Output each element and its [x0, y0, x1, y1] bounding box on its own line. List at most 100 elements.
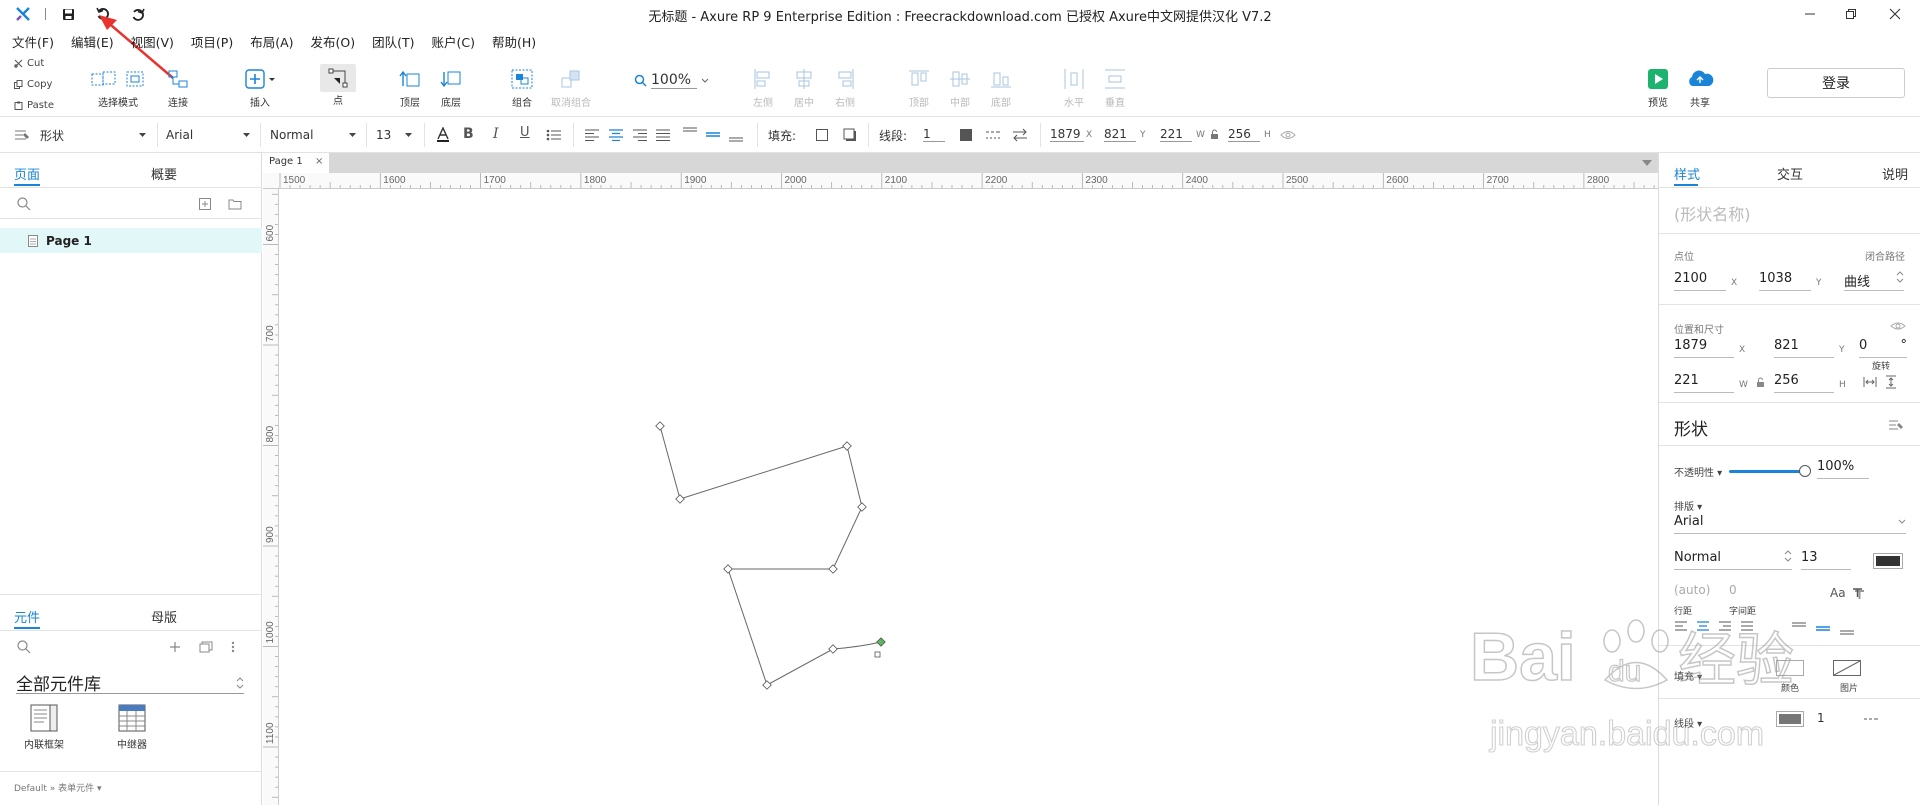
align-bottom-button[interactable]: 底部	[986, 64, 1016, 109]
opacity-slider-handle[interactable]	[1799, 465, 1811, 477]
point-type-select[interactable]: 曲线	[1844, 271, 1904, 291]
y-field[interactable]: 821	[1104, 127, 1136, 142]
visibility-eye-icon[interactable]	[1890, 321, 1906, 331]
align-text-justify-icon[interactable]	[655, 129, 671, 141]
fit-width-icon[interactable]	[1863, 376, 1877, 388]
tab-pages[interactable]: 页面	[14, 164, 40, 183]
point-y-field[interactable]: 1038	[1759, 271, 1811, 291]
vertex-handle[interactable]	[828, 644, 838, 654]
border-pattern-icon[interactable]	[1863, 715, 1879, 723]
tab-list-chevron-icon[interactable]	[1642, 160, 1652, 166]
more-vertical-icon[interactable]	[231, 641, 235, 653]
align-text-right-icon[interactable]	[632, 129, 648, 141]
vertex-handle[interactable]	[723, 564, 733, 574]
valign-bottom-icon[interactable]	[728, 126, 744, 142]
valign-top-icon[interactable]	[682, 126, 698, 142]
distribute-vertical-button[interactable]: 垂直	[1100, 64, 1130, 109]
share-button[interactable]: 共享	[1683, 64, 1717, 109]
library-options-icon[interactable]	[199, 641, 213, 653]
add-page-icon[interactable]	[199, 198, 211, 210]
vertex-handle[interactable]	[675, 494, 685, 504]
zoom-select[interactable]: 100%	[634, 72, 709, 89]
bold-icon[interactable]: B	[463, 126, 474, 142]
font-size-field[interactable]: 13	[1801, 550, 1851, 570]
distribute-horizontal-button[interactable]: 水平	[1059, 64, 1089, 109]
close-icon[interactable]	[1880, 4, 1910, 24]
menu-item-7[interactable]: 账户(C)	[432, 32, 475, 51]
align-top-button[interactable]: 顶部	[904, 64, 934, 109]
align-center-button[interactable]: 居中	[789, 64, 819, 109]
line-height-field[interactable]: (auto)	[1674, 583, 1710, 597]
shadow-icon[interactable]	[843, 128, 857, 142]
point-x-field[interactable]: 2100	[1674, 271, 1726, 291]
menu-item-4[interactable]: 布局(A)	[250, 32, 293, 51]
edit-style-icon[interactable]	[1888, 419, 1904, 433]
insert-button[interactable]: 插入	[240, 64, 280, 109]
fill-color-swatch[interactable]	[816, 129, 828, 141]
menu-item-5[interactable]: 发布(O)	[311, 32, 356, 51]
line-pattern-icon[interactable]	[985, 129, 1001, 141]
lock-icon[interactable]	[1756, 377, 1765, 388]
shape-type-select[interactable]: 形状	[36, 125, 150, 145]
vertex-handle[interactable]	[655, 421, 665, 431]
point-button[interactable]: 点	[320, 64, 356, 107]
align-middle-button[interactable]: 中部	[945, 64, 975, 109]
menu-item-6[interactable]: 团队(T)	[372, 32, 414, 51]
add-folder-icon[interactable]	[228, 198, 242, 210]
font-weight-select[interactable]: Normal	[1674, 550, 1792, 570]
opacity-field[interactable]: 100%	[1817, 459, 1869, 479]
search-icon[interactable]	[17, 640, 31, 654]
height-field[interactable]: 256	[1228, 127, 1260, 142]
connect-button[interactable]: 连接	[163, 64, 193, 109]
bring-to-front-button[interactable]: 顶层	[395, 64, 425, 109]
letter-spacing-field[interactable]: 0	[1729, 583, 1737, 597]
vertex-handle[interactable]	[762, 680, 772, 690]
preview-button[interactable]: 预览	[1643, 64, 1673, 109]
tab-outline[interactable]: 概要	[151, 164, 177, 183]
valign-middle-icon[interactable]	[705, 126, 721, 142]
tab-notes[interactable]: 说明	[1882, 164, 1908, 183]
vertex-handle[interactable]	[842, 441, 852, 451]
font-family-select[interactable]: Arial	[1674, 514, 1906, 534]
group-button[interactable]: 组合	[507, 64, 537, 109]
line-color-swatch[interactable]	[960, 129, 972, 141]
minimize-icon[interactable]	[1795, 4, 1825, 24]
widget-inline-frame[interactable]: 内联框架	[16, 704, 72, 751]
drawn-polyline-shape[interactable]	[659, 425, 882, 686]
text-color-swatch[interactable]	[1873, 553, 1903, 569]
cut-button[interactable]: Cut	[14, 58, 44, 69]
ungroup-button[interactable]: 取消组合	[548, 64, 594, 109]
italic-icon[interactable]: I	[493, 126, 499, 142]
x-field[interactable]: 1879	[1050, 127, 1084, 142]
text-case-icon[interactable]: Aa	[1830, 586, 1846, 600]
x-field[interactable]: 1879	[1674, 338, 1734, 358]
menu-item-1[interactable]: 编辑(E)	[71, 32, 114, 51]
send-to-back-button[interactable]: 底层	[436, 64, 466, 109]
underline-icon[interactable]: U	[520, 125, 530, 140]
login-button[interactable]: 登录	[1767, 68, 1905, 98]
arrow-style-icon[interactable]	[1012, 128, 1028, 142]
fit-height-icon[interactable]	[1885, 375, 1897, 389]
menu-item-0[interactable]: 文件(F)	[12, 32, 54, 51]
select-mode-button[interactable]: 选择模式	[84, 64, 152, 109]
vertex-handle[interactable]	[857, 502, 867, 512]
font-size-select[interactable]: 13	[372, 125, 416, 145]
tab-widgets[interactable]: 元件	[14, 607, 40, 626]
paste-button[interactable]: Paste	[14, 100, 54, 111]
search-icon[interactable]	[17, 197, 31, 211]
page-item[interactable]: Page 1	[0, 228, 262, 253]
width-field[interactable]: 221	[1674, 373, 1734, 393]
font-weight-select[interactable]: Normal	[266, 125, 360, 145]
menu-item-2[interactable]: 视图(V)	[131, 32, 174, 51]
shape-name-field[interactable]: (形状名称)	[1674, 201, 1751, 225]
visibility-eye-icon[interactable]	[1280, 129, 1296, 141]
page-tab[interactable]: Page 1 ×	[263, 153, 329, 173]
rotation-field[interactable]: 0 °	[1859, 338, 1907, 358]
menu-item-8[interactable]: 帮助(H)	[492, 32, 536, 51]
font-color-icon[interactable]	[436, 127, 450, 143]
fill-image-icon[interactable]	[1833, 660, 1861, 676]
align-text-left-icon[interactable]	[584, 129, 600, 141]
tab-style[interactable]: 样式	[1674, 164, 1700, 183]
drawing-surface[interactable]	[279, 189, 1658, 805]
text-shadow-icon[interactable]	[1852, 588, 1866, 600]
